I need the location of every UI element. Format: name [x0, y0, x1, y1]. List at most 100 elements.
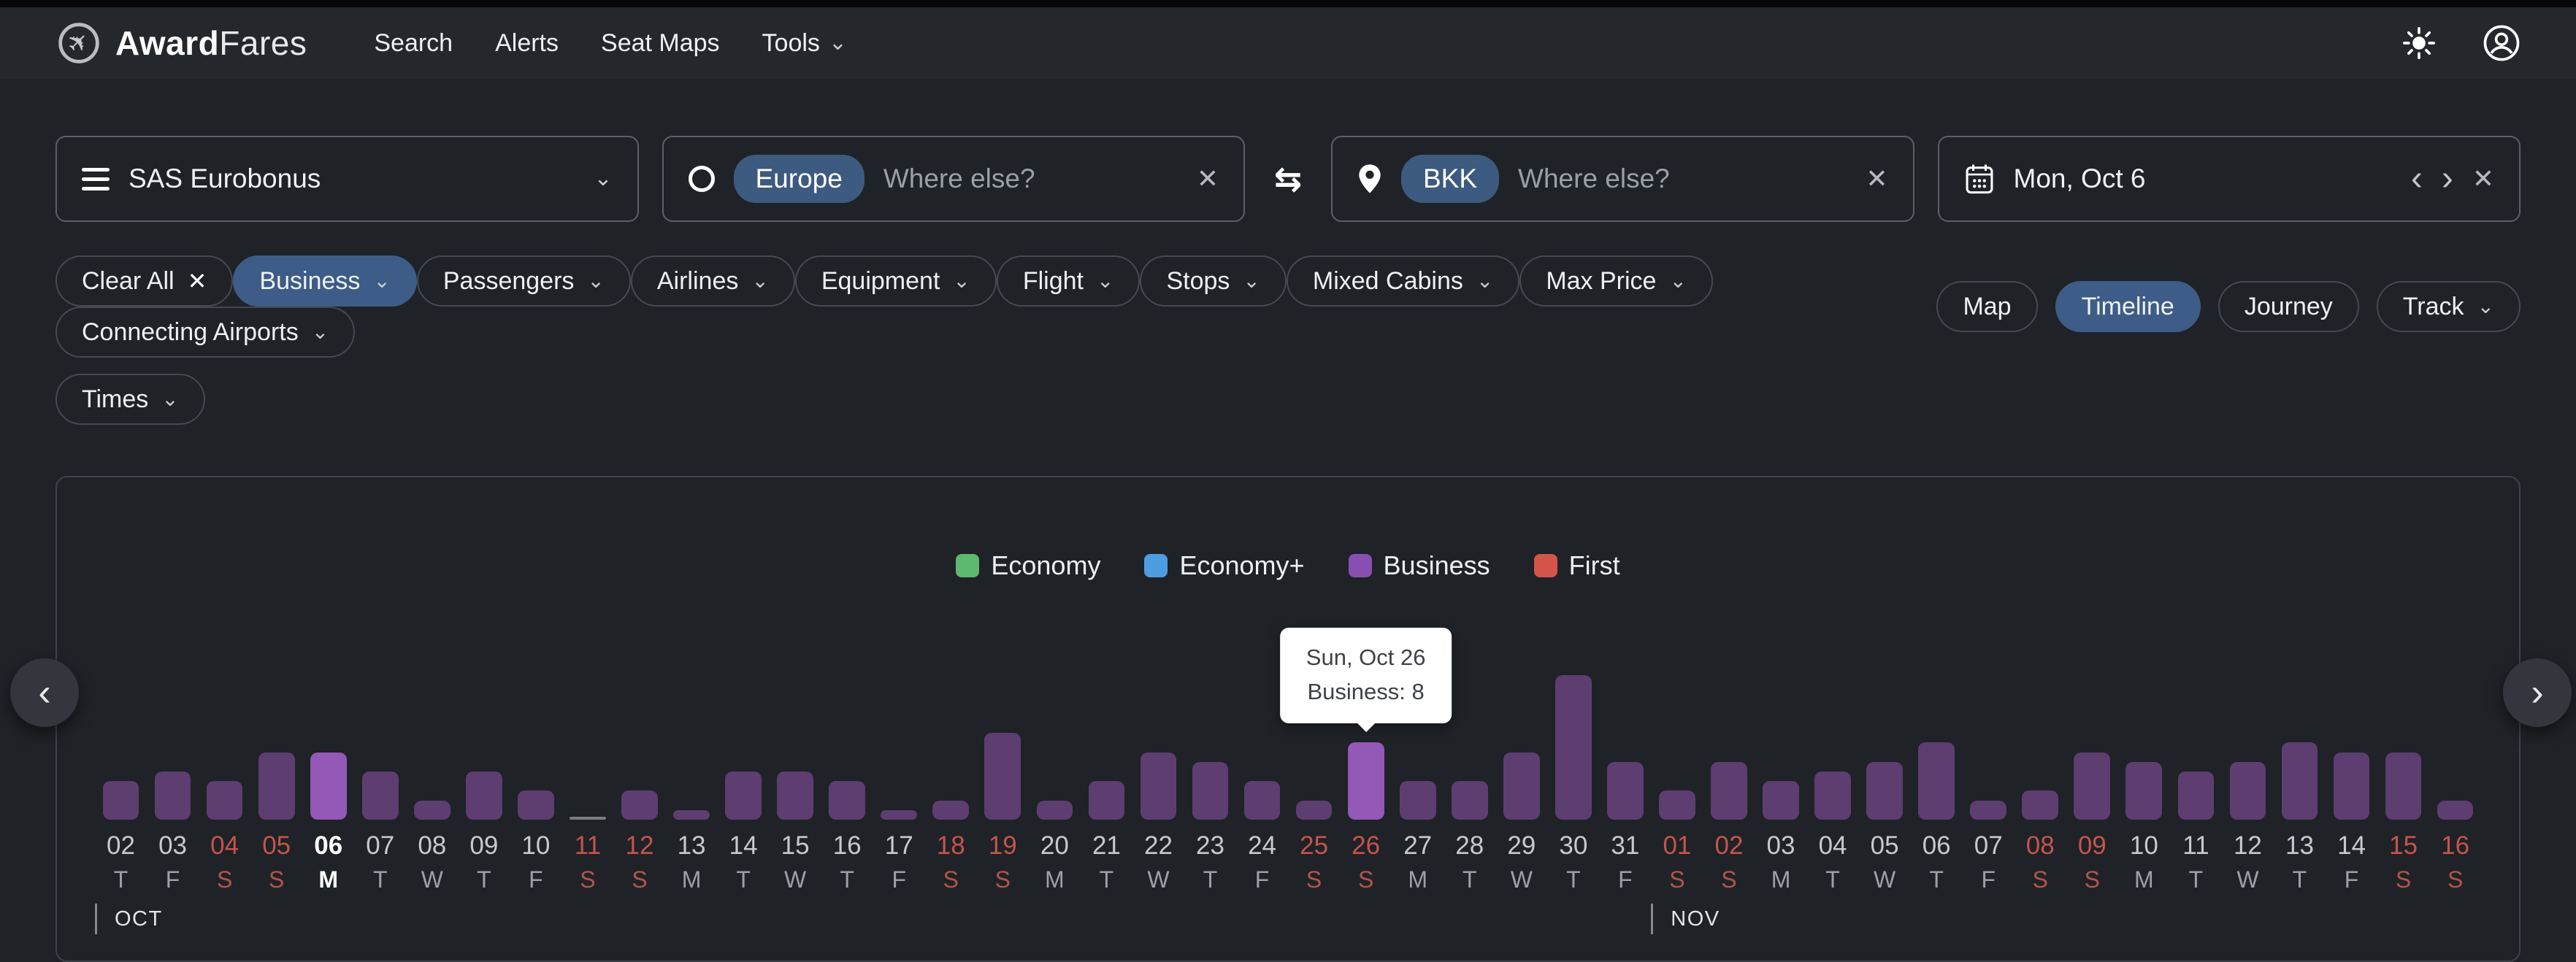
availability-bar[interactable]	[206, 781, 243, 820]
legend-item-first[interactable]: First	[1533, 550, 1620, 581]
origin-pill[interactable]: Europe	[733, 155, 865, 203]
availability-bar[interactable]	[1555, 675, 1592, 820]
filter-chip-max-price[interactable]: Max Price ⌄	[1519, 255, 1713, 307]
origin-clear-icon[interactable]: ✕	[1197, 164, 1219, 194]
weekday-label: T	[477, 866, 491, 893]
filter-chip-times[interactable]: Times ⌄	[55, 374, 205, 425]
availability-bar[interactable]	[2074, 753, 2111, 820]
month-tick	[1651, 904, 1654, 934]
filter-chip-passengers[interactable]: Passengers ⌄	[416, 255, 631, 307]
availability-bar[interactable]	[258, 753, 295, 820]
chart-day-column: 11 T	[2170, 665, 2222, 893]
chevron-down-icon: ⌄	[1476, 269, 1494, 293]
availability-bar[interactable]	[1711, 762, 1747, 820]
filter-chip-mixed-cabins[interactable]: Mixed Cabins ⌄	[1286, 255, 1520, 307]
availability-bar[interactable]	[1659, 790, 1695, 820]
availability-bar[interactable]	[829, 781, 866, 820]
availability-bar[interactable]	[413, 801, 451, 820]
availability-bar[interactable]	[102, 781, 139, 820]
availability-bar[interactable]	[1866, 762, 1903, 820]
filter-chip-connecting-airports[interactable]: Connecting Airports ⌄	[55, 307, 356, 358]
availability-bar[interactable]	[310, 753, 347, 820]
availability-bar[interactable]	[570, 817, 606, 820]
availability-bar[interactable]	[621, 790, 658, 820]
filter-chip-equipment[interactable]: Equipment ⌄	[794, 255, 997, 307]
day-number-label: 18	[936, 831, 965, 860]
availability-bar[interactable]	[1607, 762, 1644, 820]
destination-placeholder[interactable]: Where else?	[1518, 163, 1670, 194]
destination-pill[interactable]: BKK	[1401, 155, 1500, 203]
availability-bar[interactable]	[1347, 742, 1384, 820]
availability-bar[interactable]	[984, 733, 1021, 820]
availability-bar[interactable]	[1243, 781, 1281, 820]
availability-bar[interactable]	[2125, 762, 2163, 820]
legend-item-business[interactable]: Business	[1348, 550, 1490, 581]
bar-tooltip: Sun, Oct 26 Business: 8	[1279, 628, 1452, 723]
availability-bar[interactable]	[1451, 781, 1488, 820]
filter-chip-airlines[interactable]: Airlines ⌄	[630, 255, 795, 307]
availability-bar[interactable]	[2229, 762, 2266, 820]
theme-toggle-sun-icon[interactable]	[2402, 26, 2436, 60]
filter-chip-stops[interactable]: Stops ⌄	[1140, 255, 1287, 307]
availability-bar[interactable]	[881, 810, 918, 820]
availability-bar[interactable]	[1970, 801, 2007, 820]
availability-bar[interactable]	[1192, 762, 1229, 820]
program-selector[interactable]: SAS Eurobonus ⌄	[55, 136, 639, 222]
filter-chip-clear-all[interactable]: Clear All ✕	[55, 255, 234, 307]
chart-scroll-right-button[interactable]: ›	[2503, 658, 2572, 727]
origin-placeholder[interactable]: Where else?	[883, 163, 1035, 194]
availability-bar[interactable]	[2385, 753, 2422, 820]
legend-item-economy[interactable]: Economy+	[1144, 550, 1305, 581]
availability-bar[interactable]	[1918, 742, 1955, 820]
destination-field[interactable]: BKK Where else? ✕	[1331, 136, 1914, 222]
availability-bar[interactable]	[2437, 801, 2474, 820]
availability-bar[interactable]	[2281, 742, 2318, 820]
origin-field[interactable]: Europe Where else? ✕	[662, 136, 1245, 222]
availability-bar[interactable]	[673, 810, 710, 820]
view-button-timeline[interactable]: Timeline	[2055, 281, 2201, 332]
availability-bar[interactable]	[725, 771, 762, 820]
chart-day-column: 14 F	[2326, 665, 2377, 893]
availability-bar[interactable]	[2022, 790, 2059, 820]
availability-bar[interactable]	[154, 771, 191, 820]
availability-bar[interactable]	[2333, 753, 2370, 820]
availability-bar[interactable]	[1295, 801, 1333, 820]
destination-clear-icon[interactable]: ✕	[1866, 164, 1887, 194]
availability-bar[interactable]	[1036, 801, 1073, 820]
availability-bar[interactable]	[2177, 771, 2215, 820]
availability-bar[interactable]	[1088, 781, 1125, 820]
nav-link-search[interactable]: Search	[374, 29, 453, 58]
chevron-down-icon: ⌄	[161, 387, 179, 411]
availability-bar[interactable]	[518, 790, 554, 820]
swap-origin-destination-icon[interactable]: ⇆	[1274, 159, 1303, 199]
availability-bar[interactable]	[1503, 753, 1540, 820]
legend-item-economy[interactable]: Economy	[956, 550, 1100, 581]
nav-link-seat-maps[interactable]: Seat Maps	[601, 29, 720, 58]
filter-chip-flight[interactable]: Flight ⌄	[996, 255, 1141, 307]
view-button-map[interactable]: Map	[1936, 281, 2038, 332]
date-field[interactable]: Mon, Oct 6 ‹ › ✕	[1937, 136, 2521, 222]
chart-scroll-left-button[interactable]: ‹	[10, 658, 79, 727]
nav-link-tools[interactable]: Tools ⌄	[762, 29, 848, 58]
nav-link-alerts[interactable]: Alerts	[495, 29, 559, 58]
airplane-logo-icon: ✈	[58, 23, 99, 64]
awardfares-logo[interactable]: ✈ AwardFares	[55, 20, 307, 66]
availability-bar[interactable]	[1814, 771, 1851, 820]
availability-bar[interactable]	[465, 771, 502, 820]
previous-day-icon[interactable]: ‹	[2411, 161, 2423, 196]
availability-bar[interactable]	[932, 801, 970, 820]
chart-day-column: 17 F	[873, 665, 925, 893]
weekday-label: W	[784, 866, 807, 893]
view-button-journey[interactable]: Journey	[2217, 281, 2359, 332]
availability-bar[interactable]	[1140, 753, 1177, 820]
next-day-icon[interactable]: ›	[2442, 161, 2453, 196]
availability-bar[interactable]	[361, 771, 399, 820]
date-clear-icon[interactable]: ✕	[2472, 164, 2494, 194]
account-icon[interactable]	[2483, 24, 2521, 62]
day-number-label: 30	[1559, 831, 1588, 860]
filter-chip-business[interactable]: Business ⌄	[233, 255, 417, 307]
availability-bar[interactable]	[1763, 781, 1799, 820]
view-button-track[interactable]: Track ⌄	[2376, 281, 2521, 332]
availability-bar[interactable]	[1399, 781, 1436, 820]
availability-bar[interactable]	[777, 771, 813, 820]
